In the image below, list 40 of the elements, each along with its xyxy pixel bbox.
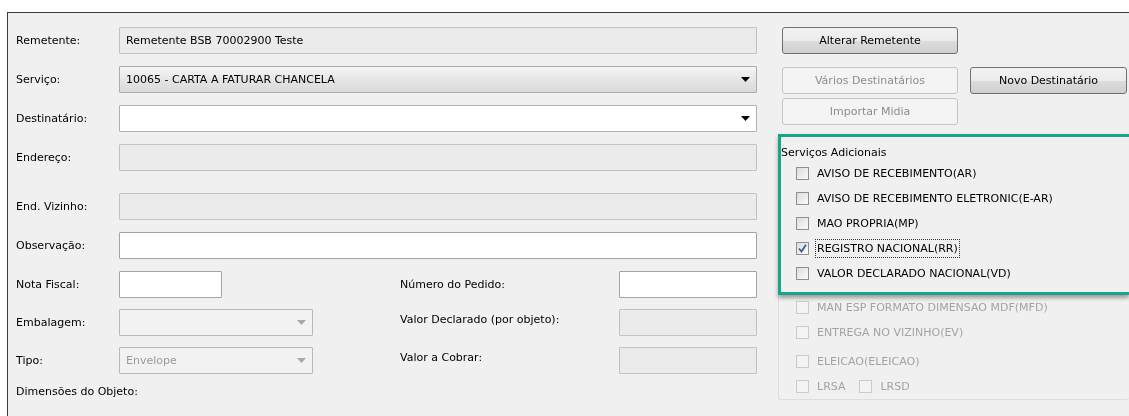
- checkbox-label[interactable]: REGISTRO NACIONAL(RR): [815, 239, 960, 258]
- checkbox-label[interactable]: MAO PROPRIA(MP): [815, 214, 921, 233]
- field-label: Serviço:: [16, 72, 62, 88]
- field-label: Dimensões do Objeto:: [16, 384, 138, 400]
- caret-icon: [741, 116, 750, 121]
- checkbox[interactable]: [796, 267, 809, 280]
- field-label: Valor a Cobrar:: [400, 350, 484, 366]
- checkbox[interactable]: [796, 217, 809, 230]
- checkbox[interactable]: [796, 242, 809, 255]
- dropdown[interactable]: 10065 - CARTA A FATURAR CHANCELA: [119, 66, 757, 93]
- caret-icon: [741, 77, 750, 82]
- dropdown[interactable]: [119, 105, 757, 132]
- field-label: Número do Pedido:: [400, 277, 506, 293]
- checkbox[interactable]: [796, 167, 809, 180]
- text-field[interactable]: [619, 347, 757, 374]
- checkbox-label[interactable]: AVISO DE RECEBIMENTO(AR): [815, 164, 979, 183]
- text-field[interactable]: Remetente BSB 70002900 Teste: [119, 27, 757, 54]
- caret-icon: [297, 320, 306, 325]
- text-field[interactable]: [119, 232, 757, 259]
- field-label: Destinatário:: [16, 111, 89, 127]
- text-field[interactable]: [119, 144, 757, 171]
- field-label: Nota Fiscal:: [16, 277, 81, 293]
- text-field[interactable]: [619, 271, 757, 298]
- field-label: Observação:: [16, 238, 87, 254]
- text-field[interactable]: [119, 193, 757, 220]
- checkbox-label[interactable]: AVISO DE RECEBIMENTO ELETRONIC(E-AR): [815, 189, 1055, 208]
- field-label: Valor Declarado (por objeto):: [400, 312, 561, 328]
- field-label: Endereço:: [16, 150, 73, 166]
- button[interactable]: Alterar Remetente: [782, 27, 958, 54]
- field-label: End. Vizinho:: [16, 199, 89, 215]
- checkbox-label[interactable]: VALOR DECLARADO NACIONAL(VD): [815, 264, 1013, 283]
- field-label: Embalagem:: [16, 315, 87, 331]
- group-title: Serviços Adicionais: [781, 145, 889, 161]
- text-field[interactable]: [619, 309, 757, 336]
- text-field[interactable]: [119, 271, 222, 298]
- field-label: Remetente:: [16, 33, 82, 49]
- checkbox[interactable]: [796, 192, 809, 205]
- field-label: Tipo:: [16, 353, 44, 369]
- button[interactable]: Novo Destinatário: [970, 67, 1127, 94]
- caret-icon: [297, 358, 306, 363]
